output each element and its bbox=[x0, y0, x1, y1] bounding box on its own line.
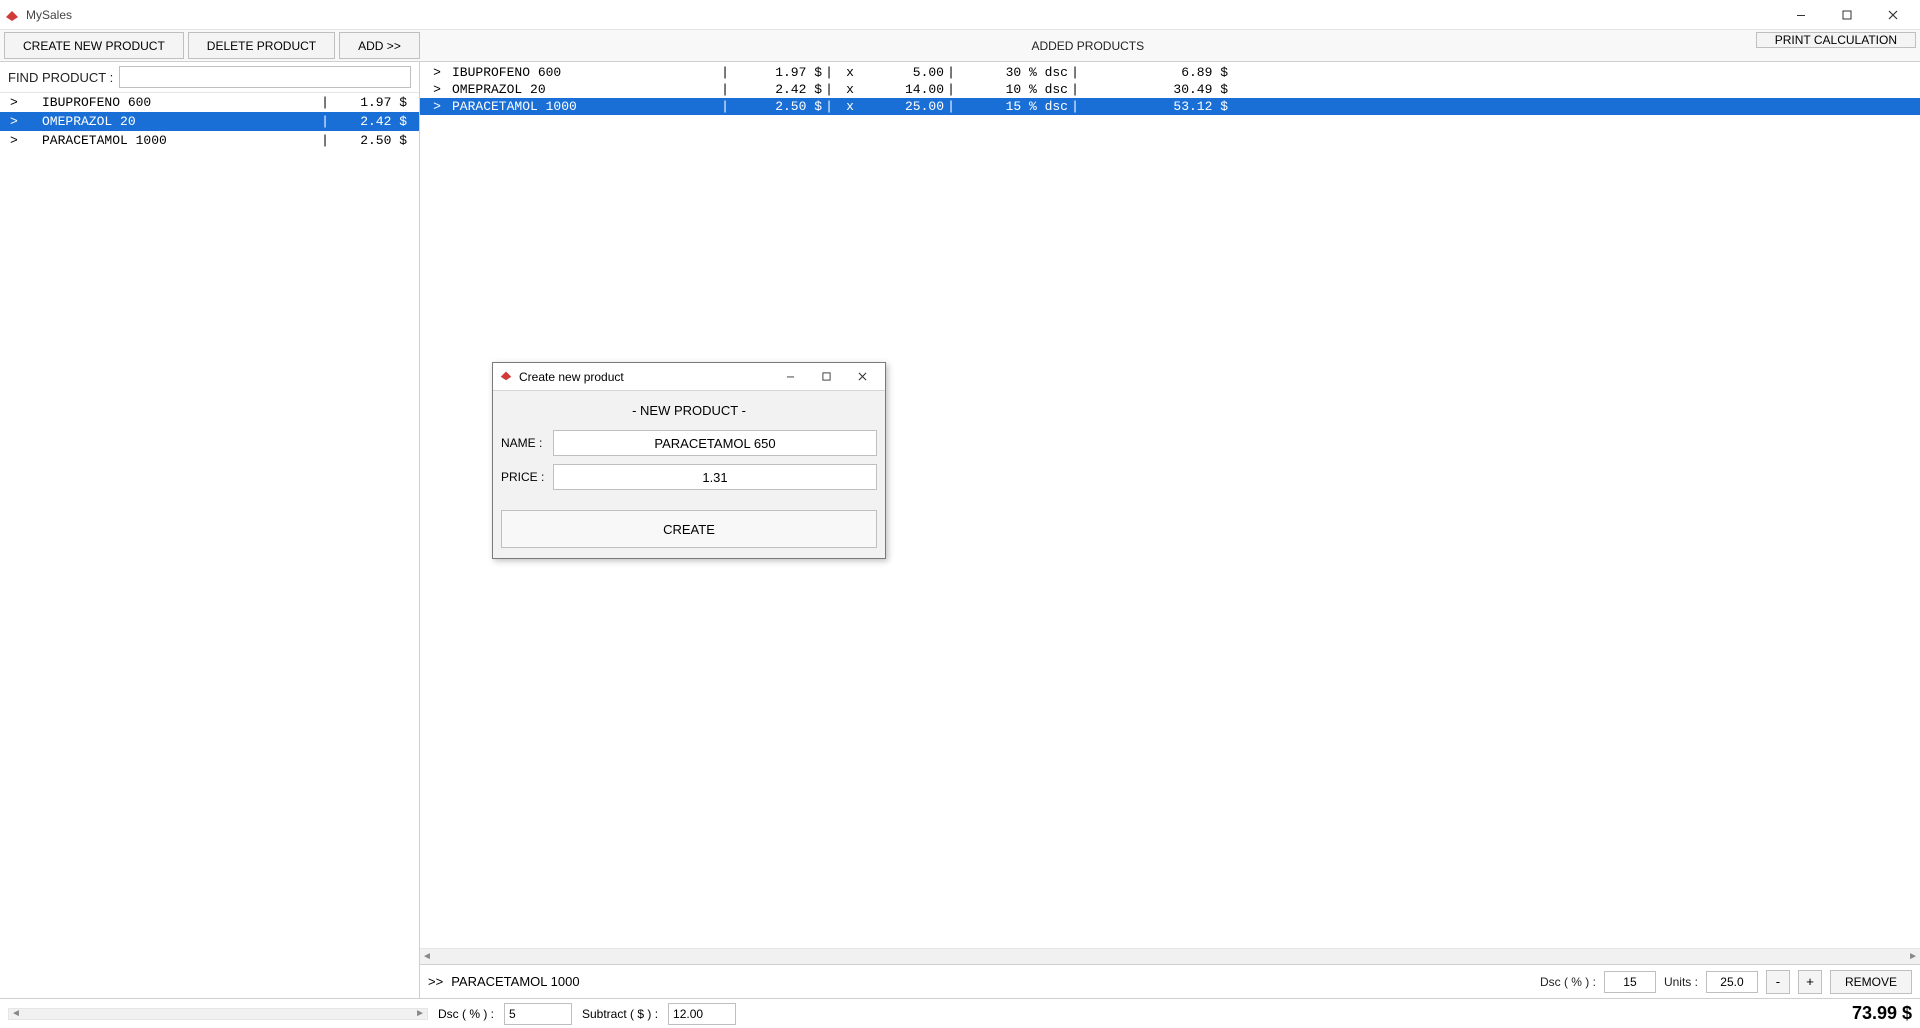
added-discount: 10 % dsc bbox=[958, 82, 1068, 97]
grand-total: 73.99 $ bbox=[1852, 1003, 1912, 1024]
horizontal-scrollbar[interactable]: ◄► bbox=[420, 948, 1920, 964]
units-decrement-button[interactable]: - bbox=[1766, 970, 1790, 994]
window-title: MySales bbox=[26, 8, 72, 22]
add-product-button[interactable]: ADD >> bbox=[339, 32, 420, 59]
dialog-create-button[interactable]: CREATE bbox=[501, 510, 877, 548]
dialog-price-input[interactable] bbox=[553, 464, 877, 490]
product-price: 2.42 $ bbox=[333, 114, 413, 129]
dialog-icon bbox=[499, 368, 513, 385]
multiply-icon: x bbox=[836, 82, 864, 97]
added-total: 30.49 $ bbox=[1082, 82, 1232, 97]
dialog-name-input[interactable] bbox=[553, 430, 877, 456]
remove-item-button[interactable]: REMOVE bbox=[1830, 970, 1912, 994]
added-name: IBUPROFENO 600 bbox=[448, 65, 718, 80]
main-toolbar: CREATE NEW PRODUCT DELETE PRODUCT ADD >>… bbox=[0, 30, 1920, 62]
window-maximize-button[interactable] bbox=[1824, 0, 1870, 30]
dialog-minimize-button[interactable] bbox=[773, 366, 807, 388]
footer-dsc-label: Dsc ( % ) : bbox=[438, 1007, 494, 1021]
product-name: OMEPRAZOL 20 bbox=[32, 114, 317, 129]
dialog-maximize-button[interactable] bbox=[809, 366, 843, 388]
added-qty: 5.00 bbox=[864, 65, 944, 80]
window-close-button[interactable] bbox=[1870, 0, 1916, 30]
footer-subtract-label: Subtract ( $ ) : bbox=[582, 1007, 658, 1021]
dialog-price-label: PRICE : bbox=[501, 470, 553, 484]
find-product-label: FIND PRODUCT : bbox=[8, 70, 113, 85]
app-icon bbox=[4, 7, 20, 23]
detail-dsc-label: Dsc ( % ) : bbox=[1540, 975, 1596, 989]
added-products-heading: ADDED PRODUCTS bbox=[424, 30, 1752, 61]
added-price: 2.50 $ bbox=[732, 99, 822, 114]
product-row[interactable]: >PARACETAMOL 1000|2.50 $ bbox=[0, 131, 419, 150]
print-calculation-button[interactable]: PRINT CALCULATION bbox=[1756, 32, 1916, 48]
dialog-name-label: NAME : bbox=[501, 436, 553, 450]
find-product-input[interactable] bbox=[119, 66, 411, 88]
product-list[interactable]: >IBUPROFENO 600|1.97 $>OMEPRAZOL 20|2.42… bbox=[0, 93, 419, 998]
detail-dsc-input[interactable] bbox=[1604, 971, 1656, 993]
dialog-header: - NEW PRODUCT - bbox=[501, 401, 877, 430]
detail-units-label: Units : bbox=[1664, 975, 1698, 989]
added-qty: 25.00 bbox=[864, 99, 944, 114]
multiply-icon: x bbox=[836, 99, 864, 114]
added-product-row[interactable]: >OMEPRAZOL 20|2.42 $|x14.00|10 % dsc|30.… bbox=[420, 81, 1920, 98]
dialog-title: Create new product bbox=[519, 370, 624, 384]
units-increment-button[interactable]: + bbox=[1798, 970, 1822, 994]
product-name: IBUPROFENO 600 bbox=[32, 95, 317, 110]
footer-totals-row: ◄► Dsc ( % ) : Subtract ( $ ) : 73.99 $ bbox=[0, 998, 1920, 1028]
added-name: OMEPRAZOL 20 bbox=[448, 82, 718, 97]
chevron-right-icon: > bbox=[6, 133, 32, 148]
detail-units-input[interactable] bbox=[1706, 971, 1758, 993]
delete-product-button[interactable]: DELETE PRODUCT bbox=[188, 32, 335, 59]
chevron-right-icon: > bbox=[426, 65, 448, 80]
multiply-icon: x bbox=[836, 65, 864, 80]
footer-dsc-input[interactable] bbox=[504, 1003, 572, 1025]
left-horizontal-scrollbar[interactable]: ◄► bbox=[8, 1008, 428, 1020]
selected-item-detail: >> PARACETAMOL 1000 Dsc ( % ) : Units : … bbox=[420, 964, 1920, 998]
product-name: PARACETAMOL 1000 bbox=[32, 133, 317, 148]
product-price: 2.50 $ bbox=[333, 133, 413, 148]
detail-marker: >> bbox=[428, 974, 443, 989]
dialog-close-button[interactable] bbox=[845, 366, 879, 388]
added-total: 53.12 $ bbox=[1082, 99, 1232, 114]
window-titlebar: MySales bbox=[0, 0, 1920, 30]
footer-subtract-input[interactable] bbox=[668, 1003, 736, 1025]
chevron-right-icon: > bbox=[6, 114, 32, 129]
create-product-button[interactable]: CREATE NEW PRODUCT bbox=[4, 32, 184, 59]
added-qty: 14.00 bbox=[864, 82, 944, 97]
product-row[interactable]: >IBUPROFENO 600|1.97 $ bbox=[0, 93, 419, 112]
added-discount: 30 % dsc bbox=[958, 65, 1068, 80]
window-minimize-button[interactable] bbox=[1778, 0, 1824, 30]
product-catalog-panel: FIND PRODUCT : >IBUPROFENO 600|1.97 $>OM… bbox=[0, 62, 420, 998]
added-product-row[interactable]: >IBUPROFENO 600|1.97 $|x5.00|30 % dsc|6.… bbox=[420, 64, 1920, 81]
product-row[interactable]: >OMEPRAZOL 20|2.42 $ bbox=[0, 112, 419, 131]
added-total: 6.89 $ bbox=[1082, 65, 1232, 80]
chevron-right-icon: > bbox=[6, 95, 32, 110]
chevron-right-icon: > bbox=[426, 99, 448, 114]
added-name: PARACETAMOL 1000 bbox=[448, 99, 718, 114]
added-price: 2.42 $ bbox=[732, 82, 822, 97]
chevron-right-icon: > bbox=[426, 82, 448, 97]
create-product-dialog: Create new product - NEW PRODUCT - NAME … bbox=[492, 362, 886, 559]
added-discount: 15 % dsc bbox=[958, 99, 1068, 114]
added-product-row[interactable]: >PARACETAMOL 1000|2.50 $|x25.00|15 % dsc… bbox=[420, 98, 1920, 115]
added-price: 1.97 $ bbox=[732, 65, 822, 80]
product-price: 1.97 $ bbox=[333, 95, 413, 110]
detail-product-name: PARACETAMOL 1000 bbox=[451, 974, 1532, 989]
